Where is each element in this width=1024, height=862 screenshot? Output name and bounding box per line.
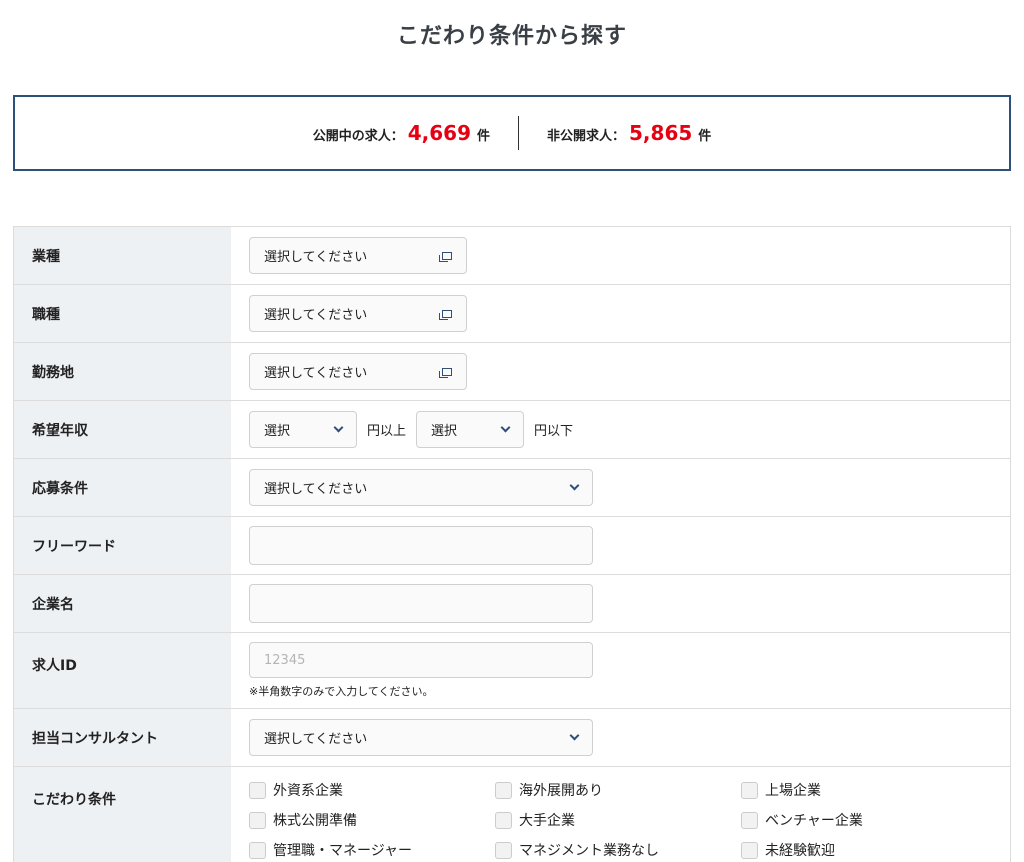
salary-max-unit: 円以下 (534, 424, 574, 439)
preference-checkbox[interactable]: 海外展開あり (495, 780, 741, 800)
checkbox-icon[interactable] (249, 811, 266, 829)
application-row: 応募条件 選択してください (13, 459, 1011, 517)
chevron-down-icon (569, 730, 580, 741)
freeword-label: フリーワード (13, 517, 231, 574)
location-label: 勤務地 (13, 343, 231, 400)
private-jobs-label: 非公開求人： (547, 129, 626, 144)
application-select-text: 選択してください (264, 482, 368, 497)
chevron-down-icon (500, 422, 511, 433)
salary-min-unit: 円以上 (367, 424, 407, 439)
private-jobs-number: 5,865 (629, 121, 693, 145)
job-id-label: 求人ID (13, 633, 231, 708)
preference-checkbox[interactable]: ベンチャー企業 (741, 810, 987, 830)
preference-checkbox[interactable]: マネジメント業務なし (495, 840, 741, 860)
company-label: 企業名 (13, 575, 231, 632)
job-type-select-button[interactable]: 選択してください (249, 295, 467, 332)
preference-checkbox[interactable]: 外資系企業 (249, 780, 495, 800)
checkbox-icon[interactable] (495, 841, 512, 859)
public-jobs-label: 公開中の求人： (312, 129, 404, 144)
checkbox-icon[interactable] (741, 811, 758, 829)
checkbox-icon[interactable] (249, 781, 266, 799)
preference-checkbox[interactable]: 未経験歓迎 (741, 840, 987, 860)
salary-label: 希望年収 (13, 401, 231, 458)
checkbox-icon[interactable] (741, 781, 758, 799)
public-jobs-unit: 件 (476, 129, 490, 144)
application-select[interactable]: 選択してください (249, 469, 593, 506)
freeword-input[interactable] (249, 526, 593, 565)
preferences-checkboxes: 外資系企業 海外展開あり 上場企業 株式公開準備 大手企業 ベンチャー企業 管理… (249, 776, 992, 860)
job-id-row: 求人ID ※半角数字のみで入力してください。 (13, 633, 1011, 709)
checkbox-icon[interactable] (741, 841, 758, 859)
chevron-down-icon (333, 422, 344, 433)
preference-checkbox[interactable]: 株式公開準備 (249, 810, 495, 830)
preference-checkbox[interactable]: 管理職・マネージャー (249, 840, 495, 860)
industry-row: 業種 選択してください (13, 227, 1011, 285)
consultant-row: 担当コンサルタント 選択してください (13, 709, 1011, 767)
industry-select-text: 選択してください (264, 250, 368, 265)
open-modal-icon (439, 367, 452, 378)
salary-max-value: 選択 (431, 424, 458, 439)
page-title: こだわり条件から探す (396, 24, 627, 49)
job-id-note: ※半角数字のみで入力してください。 (249, 685, 434, 698)
consultant-select-text: 選択してください (264, 732, 368, 747)
location-select-button[interactable]: 選択してください (249, 353, 467, 390)
job-id-input[interactable] (249, 642, 593, 678)
job-count-summary: 公開中の求人： 4,669 件 非公開求人： 5,865 件 (13, 95, 1011, 171)
summary-divider (518, 116, 519, 150)
consultant-label: 担当コンサルタント (13, 709, 231, 766)
consultant-select[interactable]: 選択してください (249, 719, 593, 756)
preferences-label: こだわり条件 (13, 767, 231, 862)
preferences-row: こだわり条件 外資系企業 海外展開あり 上場企業 株式公開準備 大手企業 ベンチ… (13, 767, 1011, 862)
industry-label: 業種 (13, 227, 231, 284)
open-modal-icon (439, 251, 452, 262)
preference-checkbox[interactable]: 上場企業 (741, 780, 987, 800)
private-jobs-unit: 件 (698, 129, 712, 144)
job-type-label: 職種 (13, 285, 231, 342)
freeword-row: フリーワード (13, 517, 1011, 575)
checkbox-icon[interactable] (495, 781, 512, 799)
location-select-text: 選択してください (264, 366, 368, 381)
application-label: 応募条件 (13, 459, 231, 516)
checkbox-icon[interactable] (249, 841, 266, 859)
search-form: 業種 選択してください 職種 選択してください 勤務地 選択してください 希望年… (13, 226, 1011, 862)
company-row: 企業名 (13, 575, 1011, 633)
salary-max-select[interactable]: 選択 (416, 411, 525, 448)
preference-checkbox[interactable]: 大手企業 (495, 810, 741, 830)
company-input[interactable] (249, 584, 593, 623)
job-type-row: 職種 選択してください (13, 285, 1011, 343)
checkbox-icon[interactable] (495, 811, 512, 829)
chevron-down-icon (569, 480, 580, 491)
industry-select-button[interactable]: 選択してください (249, 237, 467, 274)
salary-min-select[interactable]: 選択 (249, 411, 357, 448)
public-jobs-number: 4,669 (407, 121, 471, 145)
job-type-select-text: 選択してください (264, 308, 368, 323)
salary-min-value: 選択 (264, 424, 291, 439)
open-modal-icon (439, 309, 452, 320)
location-row: 勤務地 選択してください (13, 343, 1011, 401)
salary-row: 希望年収 選択 円以上 選択 円以下 (13, 401, 1011, 459)
public-jobs-count: 公開中の求人： 4,669 件 (313, 121, 490, 145)
private-jobs-count: 非公開求人： 5,865 件 (547, 121, 711, 145)
